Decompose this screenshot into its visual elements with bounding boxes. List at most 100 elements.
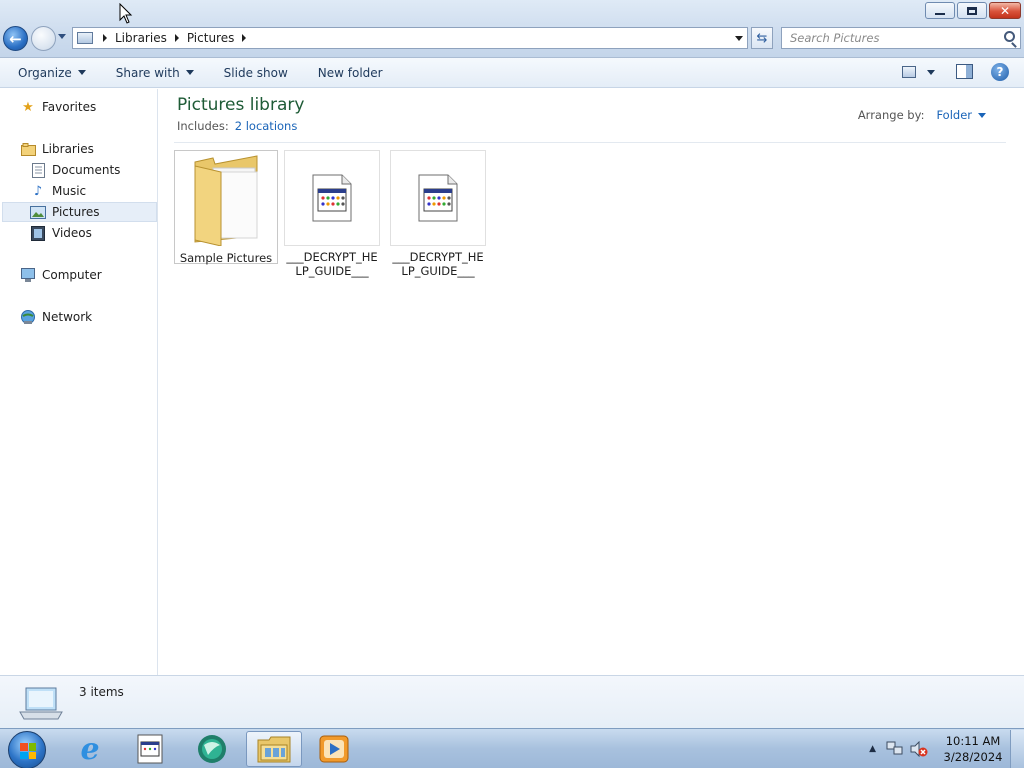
search-box[interactable] — [781, 27, 1021, 49]
document-icon — [137, 734, 163, 764]
command-bar: Organize Share with Slide show New folde… — [0, 58, 1024, 88]
refresh-icon: ⇆ — [756, 30, 768, 46]
slide-show-label: Slide show — [223, 65, 288, 80]
windows-explorer-icon — [257, 736, 291, 763]
search-input[interactable] — [790, 31, 990, 45]
details-pane: 3 items — [0, 675, 1024, 728]
film-icon — [30, 225, 46, 241]
includes-label: Includes: — [177, 119, 229, 133]
breadcrumb-arrow-icon[interactable] — [174, 34, 179, 42]
taskbar-windows-explorer[interactable] — [246, 731, 302, 767]
item-name: Sample Pictures — [179, 251, 273, 265]
breadcrumb-pictures[interactable]: Pictures — [187, 31, 235, 45]
item-count: 3 items — [79, 685, 124, 699]
clock-time: 10:11 AM — [945, 734, 1001, 748]
file-list-area: Pictures library Includes: 2 locations Ar… — [159, 89, 1024, 675]
computer-icon — [20, 267, 36, 283]
system-tray: ▲ 10:11 AM 3/28/2024 — [869, 729, 1024, 768]
html-document-icon — [390, 150, 486, 246]
show-hidden-icons-icon[interactable]: ▲ — [869, 744, 876, 754]
nav-computer-label: Computer — [42, 268, 102, 282]
taskbar-document-app[interactable] — [122, 731, 178, 767]
taskbar-media-player[interactable] — [306, 731, 362, 767]
html-document-icon — [284, 150, 380, 246]
item-name: ___DECRYPT_HELP_GUIDE___ — [286, 250, 378, 278]
documents-icon — [30, 162, 46, 178]
slide-show-button[interactable]: Slide show — [224, 66, 288, 80]
close-button[interactable]: ✕ — [989, 2, 1021, 19]
breadcrumb-libraries[interactable]: Libraries — [115, 31, 167, 45]
change-view-icon[interactable] — [902, 66, 916, 78]
nav-music[interactable]: ♪ Music — [30, 181, 86, 201]
organize-button[interactable]: Organize — [18, 66, 86, 80]
library-includes: Includes: 2 locations — [177, 119, 297, 133]
nav-documents[interactable]: Documents — [30, 160, 120, 180]
nav-favorites[interactable]: ★ Favorites — [20, 97, 96, 117]
mouse-cursor-icon — [119, 3, 133, 24]
show-desktop-button[interactable] — [1010, 730, 1024, 768]
libraries-icon — [20, 141, 36, 157]
back-arrow-icon: ← — [9, 29, 22, 48]
back-button[interactable]: ← — [3, 26, 28, 51]
chevron-down-icon — [185, 70, 194, 75]
forward-button[interactable] — [31, 26, 56, 51]
restore-button[interactable] — [957, 2, 987, 19]
organize-label: Organize — [18, 65, 72, 80]
network-status-icon[interactable] — [886, 741, 904, 757]
window-controls: ✕ — [923, 2, 1021, 19]
search-icon[interactable] — [1004, 31, 1015, 42]
internet-explorer-icon: e — [80, 731, 100, 767]
nav-videos-label: Videos — [52, 226, 92, 240]
clock[interactable]: 10:11 AM 3/28/2024 — [938, 733, 1008, 765]
library-locations-link[interactable]: 2 locations — [235, 119, 298, 133]
taskbar-internet-explorer[interactable]: e — [62, 731, 118, 767]
list-item-folder[interactable]: Sample Pictures — [174, 150, 278, 265]
view-options-dropdown[interactable] — [927, 70, 935, 75]
preview-pane-icon[interactable] — [956, 64, 973, 79]
network-icon — [20, 309, 36, 325]
arrange-by-label: Arrange by: — [857, 108, 925, 122]
minimize-icon — [935, 12, 945, 15]
folder-icon — [175, 151, 277, 247]
help-icon[interactable]: ? — [991, 63, 1009, 81]
arrange-by-dropdown[interactable]: Folder — [936, 108, 972, 122]
minimize-button[interactable] — [925, 2, 955, 19]
nav-videos[interactable]: Videos — [30, 223, 92, 243]
nav-pictures-label: Pictures — [52, 205, 100, 219]
restore-icon — [967, 6, 977, 15]
taskbar-app-orb[interactable] — [184, 731, 240, 767]
chevron-down-icon[interactable] — [978, 112, 986, 118]
breadcrumb-arrow-icon[interactable] — [103, 34, 107, 42]
share-with-button[interactable]: Share with — [116, 66, 194, 80]
nav-network[interactable]: Network — [20, 307, 92, 327]
refresh-button[interactable]: ⇆ — [751, 27, 773, 49]
address-history-dropdown[interactable] — [735, 36, 743, 41]
laptop-icon — [18, 686, 64, 725]
media-player-icon — [319, 735, 349, 763]
header-divider — [174, 142, 1006, 143]
taskbar: e ▲ 10:11 AM 3/28/2024 — [0, 728, 1024, 768]
recent-pages-dropdown[interactable] — [58, 34, 66, 39]
nav-favorites-label: Favorites — [42, 100, 97, 114]
nav-music-label: Music — [52, 184, 87, 198]
window-titlebar: ✕ ← Libraries Pictures ⇆ — [0, 0, 1024, 58]
nav-pictures[interactable]: Pictures — [2, 202, 157, 222]
library-title: Pictures library — [177, 95, 305, 115]
music-note-icon: ♪ — [33, 183, 43, 199]
windows-logo-icon — [20, 743, 36, 759]
breadcrumb-arrow-icon[interactable] — [242, 34, 247, 42]
star-icon: ★ — [22, 99, 34, 115]
list-item-file[interactable]: ___DECRYPT_HELP_GUIDE___ — [284, 150, 380, 278]
list-item-file[interactable]: ___DECRYPT_HELP_GUIDE___ — [390, 150, 486, 278]
new-folder-button[interactable]: New folder — [318, 66, 383, 80]
chevron-down-icon — [77, 70, 86, 75]
clock-date: 3/28/2024 — [943, 750, 1003, 764]
start-button[interactable] — [8, 731, 46, 768]
navigation-pane: ★ Favorites Libraries Documents ♪ Music … — [0, 89, 158, 675]
close-icon: ✕ — [999, 3, 1011, 18]
address-bar[interactable]: Libraries Pictures — [72, 27, 748, 49]
nav-computer[interactable]: Computer — [20, 265, 102, 285]
new-folder-label: New folder — [317, 65, 383, 80]
volume-muted-icon[interactable] — [910, 741, 928, 757]
nav-libraries[interactable]: Libraries — [20, 139, 94, 159]
